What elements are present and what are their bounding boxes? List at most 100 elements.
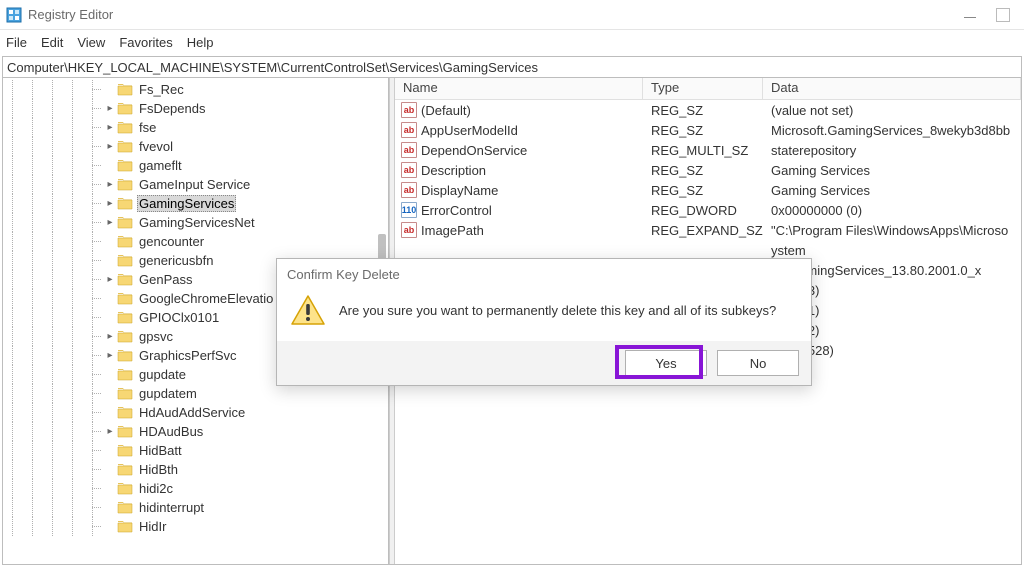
tree-item[interactable]: gameflt [3,156,388,175]
value-type: REG_EXPAND_SZ [643,223,763,238]
tree-item[interactable]: HdAudAddService [3,403,388,422]
folder-icon [117,311,133,324]
no-button[interactable]: No [717,350,799,376]
string-value-icon: ab [401,122,417,138]
value-row[interactable]: ystem [395,240,1021,260]
window-controls [964,8,1018,22]
folder-icon [117,235,133,248]
values-header: Name Type Data [395,78,1021,100]
folder-icon [117,520,133,533]
value-row[interactable]: abDependOnServiceREG_MULTI_SZstatereposi… [395,140,1021,160]
col-header-name[interactable]: Name [395,78,643,99]
tree-item[interactable]: ▸GamingServicesNet [3,213,388,232]
menu-view[interactable]: View [77,35,105,50]
tree-item-label: fse [137,120,158,135]
value-row[interactable]: 110ErrorControlREG_DWORD0x00000000 (0) [395,200,1021,220]
binary-value-icon: 110 [401,202,417,218]
folder-icon [117,178,133,191]
folder-icon [117,406,133,419]
menu-help[interactable]: Help [187,35,214,50]
tree-item[interactable]: ▸ HDAudBus [3,422,388,441]
path-input[interactable] [3,57,1021,77]
tree-item-label: HidBth [137,462,180,477]
value-data: staterepository [763,143,1021,158]
value-row[interactable]: ab DisplayName REG_SZGaming Services [395,180,1021,200]
dialog-title: Confirm Key Delete [277,259,811,289]
value-type: REG_SZ [643,183,763,198]
folder-icon [117,140,133,153]
tree-item[interactable]: HidIr [3,517,388,536]
string-value-icon: ab [401,182,417,198]
tree-item-label: GPIOClx0101 [137,310,221,325]
tree-item-label: hidi2c [137,481,175,496]
chevron-right-icon[interactable]: ▸ [103,122,117,133]
chevron-right-icon[interactable]: ▸ [103,198,117,209]
tree-item[interactable]: hidinterrupt [3,498,388,517]
folder-icon [117,425,133,438]
chevron-right-icon[interactable]: ▸ [103,331,117,342]
chevron-right-icon[interactable]: ▸ [103,141,117,152]
value-name: Description [421,163,486,178]
tree-item[interactable]: Fs_Rec [3,80,388,99]
chevron-right-icon[interactable]: ▸ [103,274,117,285]
value-data: "C:\Program Files\WindowsApps\Microso [763,223,1021,238]
title-bar: Registry Editor [0,0,1024,30]
tree-item[interactable]: ▸ fvevol [3,137,388,156]
folder-icon [117,254,133,267]
value-name: DependOnService [421,143,527,158]
tree-item[interactable]: ▸ fse [3,118,388,137]
menu-edit[interactable]: Edit [41,35,63,50]
tree-item-label: fvevol [137,139,175,154]
tree-item-label: HDAudBus [137,424,205,439]
value-row[interactable]: ab ImagePath REG_EXPAND_SZ"C:\Program File… [395,220,1021,240]
chevron-right-icon[interactable]: ▸ [103,217,117,228]
value-row[interactable]: ab(Default)REG_SZ(value not set) [395,100,1021,120]
maximize-button[interactable] [996,8,1010,22]
folder-icon [117,159,133,172]
chevron-right-icon[interactable]: ▸ [103,103,117,114]
chevron-right-icon[interactable]: ▸ [103,350,117,361]
tree-item-label: gupdate [137,367,188,382]
dialog-button-row: Yes No [277,341,811,385]
tree-item[interactable]: HidBth [3,460,388,479]
tree-item-label: Fs_Rec [137,82,186,97]
value-row[interactable]: abAppUserModelIdREG_SZMicrosoft.GamingSe… [395,120,1021,140]
menu-file[interactable]: File [6,35,27,50]
tree-item[interactable]: hidi2c [3,479,388,498]
col-header-data[interactable]: Data [763,78,1021,99]
tree-item-label: gupdatem [137,386,199,401]
value-data: Gaming Services [763,163,1021,178]
tree-item[interactable]: ▸GameInput Service [3,175,388,194]
folder-icon [117,349,133,362]
tree-item[interactable]: gencounter [3,232,388,251]
tree-item[interactable]: ▸ FsDepends [3,99,388,118]
folder-icon [117,197,133,210]
folder-icon [117,368,133,381]
string-value-icon: ab [401,222,417,238]
tree-item-label: FsDepends [137,101,207,116]
value-name: ImagePath [421,223,484,238]
value-type: REG_SZ [643,163,763,178]
value-name: AppUserModelId [421,123,518,138]
minimize-button[interactable] [964,17,976,18]
value-name: DisplayName [421,183,498,198]
value-data: Microsoft.GamingServices_8wekyb3d8bb [763,123,1021,138]
tree-item[interactable]: HidBatt [3,441,388,460]
tree-item[interactable]: gupdatem [3,384,388,403]
folder-icon [117,463,133,476]
chevron-right-icon[interactable]: ▸ [103,179,117,190]
folder-icon [117,216,133,229]
menu-favorites[interactable]: Favorites [119,35,172,50]
value-type: REG_SZ [643,103,763,118]
tree-item-label: HidIr [137,519,168,534]
value-data: Gaming Services [763,183,1021,198]
col-header-type[interactable]: Type [643,78,763,99]
tree-item-label: HdAudAddService [137,405,247,420]
value-row[interactable]: abDescriptionREG_SZGaming Services [395,160,1021,180]
yes-button[interactable]: Yes [625,350,707,376]
value-type: REG_MULTI_SZ [643,143,763,158]
string-value-icon: ab [401,102,417,118]
tree-item[interactable]: ▸GamingServices [3,194,388,213]
chevron-right-icon[interactable]: ▸ [103,426,117,437]
dialog-message: Are you sure you want to permanently del… [339,303,776,318]
